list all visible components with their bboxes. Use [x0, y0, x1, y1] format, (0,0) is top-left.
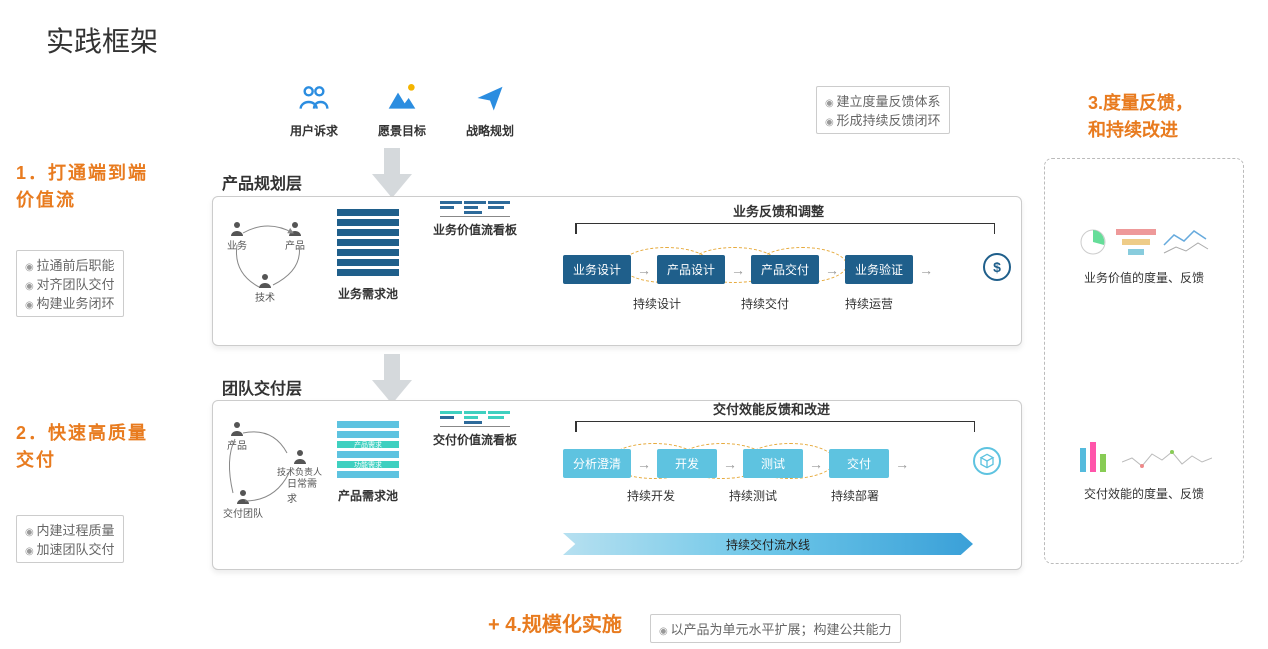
sub-design: 持续设计	[633, 295, 681, 312]
arrow-right-icon: →	[723, 456, 737, 472]
flow-test: 测试	[743, 449, 803, 478]
bullets-section-4: 以产品为单元水平扩展；构建公共能力	[650, 614, 901, 643]
arrow-right-icon: →	[637, 456, 651, 472]
down-arrow-icon	[372, 354, 412, 404]
arrow-right-icon: →	[637, 262, 651, 278]
measurement-zone: 业务价值的度量、反馈 交付效能的度量、反馈	[1044, 158, 1244, 564]
flow-analyze: 分析澄清	[563, 449, 631, 478]
product-demand-pool: 产品需求 功能需求 产品需求池	[337, 421, 399, 504]
icon-vision: 愿景目标	[378, 80, 426, 139]
sub-delivery: 持续交付	[741, 295, 789, 312]
layer-1-flow: 业务设计 → 产品设计 → 产品交付 → 业务验证 →	[563, 255, 933, 284]
bullets-section-3: 建立度量反馈体系形成持续反馈闭环	[816, 86, 950, 134]
arrow-right-icon: →	[809, 456, 823, 472]
business-demand-pool: 业务需求池	[337, 209, 399, 302]
sub-operate: 持续运营	[845, 295, 893, 312]
dollar-icon: $	[983, 253, 1011, 281]
feedback-bracket	[575, 421, 975, 431]
arrow-right-icon: →	[825, 262, 839, 278]
diagram-title: 实践框架	[46, 20, 158, 60]
cd-pipeline: 持续交付流水线	[563, 533, 973, 555]
flow-business-verify: 业务验证	[845, 255, 913, 284]
daily-demand-note: 日常需求	[287, 475, 323, 505]
roles-cycle-icon	[223, 419, 333, 529]
sub-dev: 持续开发	[627, 487, 675, 504]
layer-2-panel: 产品 技术负责人 交付团队 日常需求 产品需求 功能需求 产品需求池 交付价值流…	[212, 400, 1022, 570]
flow-product-design: 产品设计	[657, 255, 725, 284]
users-icon	[296, 80, 332, 116]
business-kanban: 业务价值流看板	[433, 201, 517, 238]
top-icon-row: 用户诉求 愿景目标 战略规划	[290, 80, 514, 139]
sub-test: 持续测试	[729, 487, 777, 504]
feedback-bracket	[575, 223, 995, 233]
bullets-section-2: 内建过程质量加速团队交付	[16, 515, 124, 563]
layer-1-label: 产品规划层	[222, 170, 302, 194]
charts-thumbnail-icon	[1064, 215, 1224, 269]
cube-icon	[973, 447, 1001, 475]
layer-2-flow: 分析澄清 → 开发 → 测试 → 交付 →	[563, 449, 909, 478]
layer-1-feedback-label: 业务反馈和调整	[733, 201, 824, 220]
sub-deploy: 持续部署	[831, 487, 879, 504]
measure-delivery-efficiency: 交付效能的度量、反馈	[1045, 431, 1243, 502]
flow-deliver: 交付	[829, 449, 889, 478]
layer-1-panel: 业务 产品 技术 业务需求池 业务价值流看板 业务反馈和调整 业务设计 → 产品…	[212, 196, 1022, 346]
measure-business-value: 业务价值的度量、反馈	[1045, 215, 1243, 286]
icon-strategy: 战略规划	[466, 80, 514, 139]
icon-user-demand: 用户诉求	[290, 80, 338, 139]
roles-cycle-icon	[223, 215, 323, 315]
plane-icon	[472, 80, 508, 116]
arrow-right-icon: →	[895, 456, 909, 472]
roles-layer-1: 业务 产品 技术	[223, 215, 323, 315]
section-4-label: + 4.规模化实施	[488, 610, 622, 640]
roles-layer-2: 产品 技术负责人 交付团队 日常需求	[223, 419, 323, 519]
delivery-kanban: 交付价值流看板	[433, 411, 517, 448]
mountain-icon	[384, 80, 420, 116]
arrow-right-icon: →	[919, 262, 933, 278]
arrow-right-icon: →	[731, 262, 745, 278]
section-2-label: 2．快速高质量交付	[16, 420, 148, 474]
down-arrow-icon	[372, 148, 412, 198]
layer-2-label: 团队交付层	[222, 375, 302, 399]
flow-business-design: 业务设计	[563, 255, 631, 284]
section-3-label: 3.度量反馈，和持续改进	[1088, 90, 1193, 144]
flow-develop: 开发	[657, 449, 717, 478]
charts-thumbnail-icon	[1064, 431, 1224, 485]
layer-2-feedback-label: 交付效能反馈和改进	[713, 399, 830, 418]
section-1-label: 1．打通端到端价值流	[16, 160, 148, 214]
bullets-section-1: 拉通前后职能对齐团队交付构建业务闭环	[16, 250, 124, 317]
flow-product-delivery: 产品交付	[751, 255, 819, 284]
